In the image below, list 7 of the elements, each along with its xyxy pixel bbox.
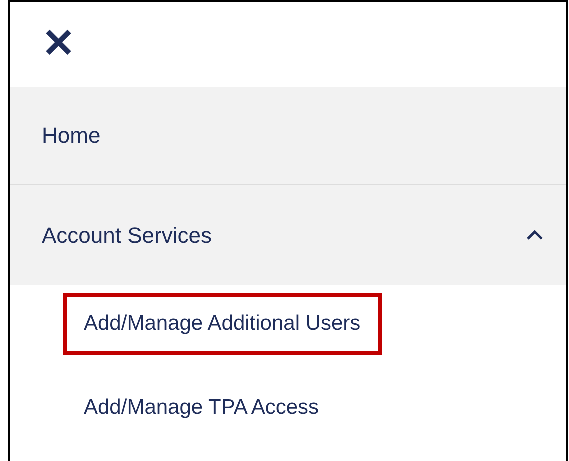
submenu-link[interactable]: Add/Manage Additional Users	[63, 293, 382, 355]
caret-icon	[526, 229, 544, 241]
menu-group-label: Account Services	[42, 222, 212, 250]
menu-item[interactable]: Home	[10, 86, 566, 185]
menu-group-header[interactable]: Account Services	[10, 185, 566, 285]
close-button[interactable]: ✕	[42, 24, 76, 64]
submenu-link[interactable]: Add/Manage TPA Access	[63, 377, 340, 439]
